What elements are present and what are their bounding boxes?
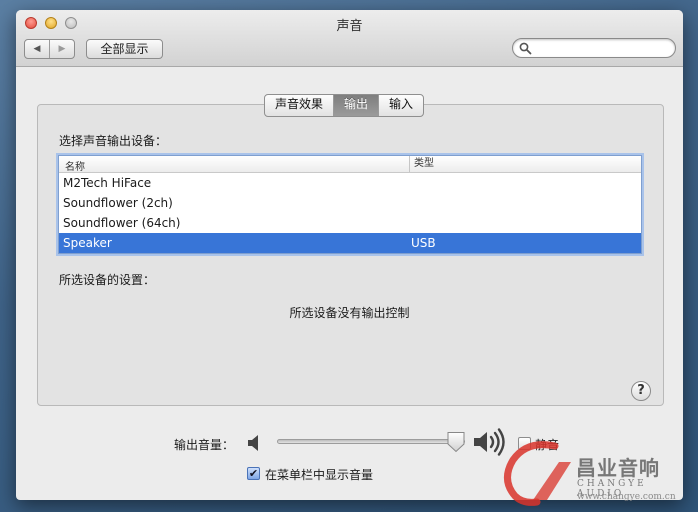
- table-row[interactable]: Soundflower (2ch): [59, 193, 641, 213]
- tab-content-panel: [37, 104, 664, 406]
- output-volume-label: 输出音量：: [174, 438, 235, 452]
- volume-slider-knob[interactable]: [446, 431, 466, 453]
- help-button[interactable]: ?: [631, 381, 651, 401]
- table-header: 名称 类型: [59, 156, 641, 173]
- changye-logo-icon: [504, 441, 571, 506]
- watermark-url-text: www.changye.com.cn: [577, 492, 676, 502]
- selected-device-settings-label: 所选设备的设置：: [59, 273, 156, 287]
- tab-output[interactable]: 输出: [333, 95, 379, 116]
- column-header-type[interactable]: 类型: [409, 156, 434, 172]
- title-bar: 声音 ◀ ▶ 全部显示: [16, 10, 683, 67]
- table-row-selected[interactable]: Speaker USB: [59, 233, 641, 253]
- speaker-low-icon[interactable]: [246, 433, 262, 453]
- search-input[interactable]: [512, 38, 676, 58]
- table-row[interactable]: M2Tech HiFace: [59, 173, 641, 193]
- device-name: M2Tech HiFace: [63, 176, 152, 190]
- tab-input[interactable]: 输入: [378, 95, 423, 116]
- forward-button[interactable]: ▶: [49, 40, 74, 58]
- tab-bar: 声音效果 输出 输入: [264, 94, 425, 117]
- window-title: 声音: [336, 19, 363, 34]
- tab-sound-effects[interactable]: 声音效果: [265, 95, 333, 116]
- show-volume-in-menubar-checkbox[interactable]: ✔: [247, 467, 260, 480]
- show-all-button[interactable]: 全部显示: [86, 39, 163, 59]
- no-output-controls-text: 所选设备没有输出控制: [289, 306, 410, 320]
- show-volume-in-menubar-label[interactable]: 在菜单栏中显示音量: [265, 466, 373, 483]
- device-name: Speaker: [63, 236, 112, 250]
- sound-preferences-window: 声音 ◀ ▶ 全部显示 声音效果 输出 输入 选择声音输出设备： 名称 类型 M…: [16, 10, 683, 500]
- output-device-table[interactable]: 名称 类型 M2Tech HiFace Soundflower (2ch) So…: [58, 155, 642, 254]
- column-header-name[interactable]: 名称: [65, 158, 85, 173]
- watermark-chinese-text: 昌业音响: [576, 456, 660, 480]
- device-name: Soundflower (64ch): [63, 216, 181, 230]
- search-icon: [519, 42, 532, 55]
- back-button[interactable]: ◀: [25, 40, 49, 58]
- device-type: USB: [411, 236, 436, 250]
- changye-watermark: 昌业音响 CHANGYE AUDIO www.changye.com.cn: [497, 438, 698, 512]
- back-forward-group: ◀ ▶: [24, 39, 75, 59]
- select-output-device-label: 选择声音输出设备：: [59, 134, 168, 148]
- device-name: Soundflower (2ch): [63, 196, 173, 210]
- volume-slider[interactable]: [277, 439, 465, 444]
- table-row[interactable]: Soundflower (64ch): [59, 213, 641, 233]
